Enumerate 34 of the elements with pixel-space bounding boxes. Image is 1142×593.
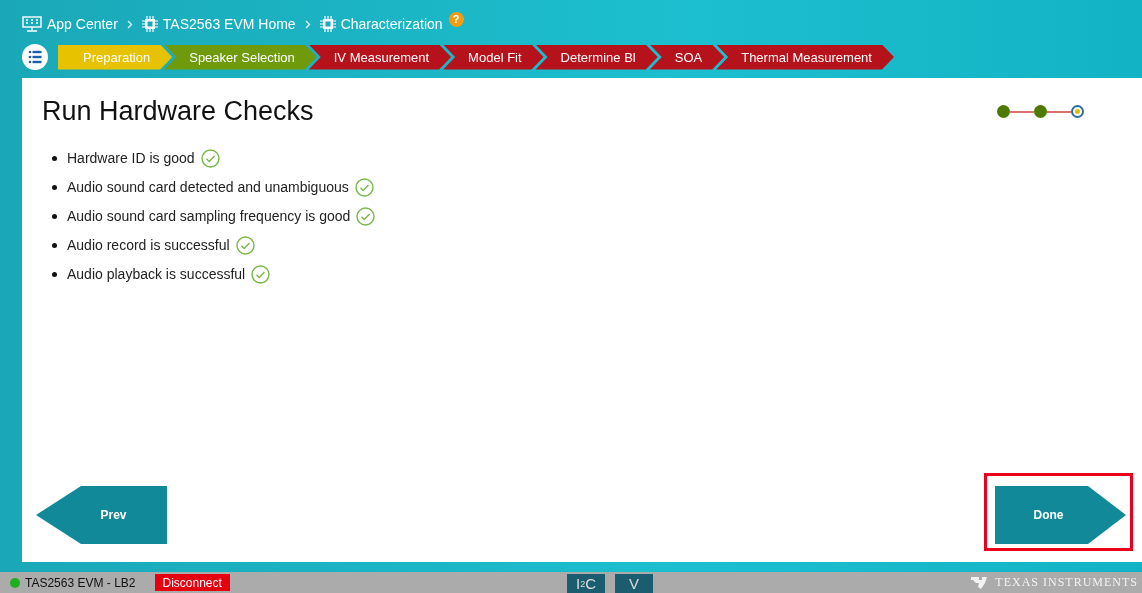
- disconnect-button[interactable]: Disconnect: [154, 574, 230, 591]
- step-tab[interactable]: Determine Bl: [535, 44, 658, 70]
- bullet-icon: [52, 272, 57, 277]
- check-text: Audio sound card detected and unambiguous: [67, 178, 349, 197]
- check-text: Audio sound card sampling frequency is good: [67, 207, 351, 226]
- interface-button[interactable]: I$^{2}$C: [567, 574, 605, 593]
- bullet-icon: [52, 185, 57, 190]
- chevron-icon: [126, 19, 133, 29]
- check-text: Hardware ID is good: [67, 149, 195, 168]
- prev-button[interactable]: Prev: [36, 486, 167, 544]
- done-button[interactable]: Done: [995, 486, 1126, 544]
- step-tab[interactable]: Thermal Measurement: [716, 44, 894, 70]
- logo-icon: [969, 574, 990, 591]
- bullet-icon: [52, 156, 57, 161]
- step-tab[interactable]: SOA: [649, 44, 725, 70]
- bullet-icon: [52, 243, 57, 248]
- step-tab[interactable]: IV Measurement: [308, 44, 452, 70]
- brand-name: TEXAS INSTRUMENTS: [995, 575, 1138, 590]
- breadcrumb-link[interactable]: TAS2563 EVM Home: [141, 16, 296, 32]
- monitor-icon: [22, 15, 42, 33]
- check-text: Audio playback is successful: [67, 265, 246, 284]
- device-name: TAS2563 EVM - LB2: [25, 575, 136, 590]
- breadcrumb-link[interactable]: Characterization: [319, 16, 443, 32]
- menu-icon[interactable]: [22, 44, 48, 70]
- chevron-icon: [304, 19, 311, 29]
- bullet-icon: [52, 214, 57, 219]
- chip-icon: [141, 16, 158, 32]
- interface-button[interactable]: V: [615, 574, 653, 593]
- chip-icon: [319, 16, 336, 32]
- page-title: Run Hardware Checks: [42, 96, 314, 127]
- breadcrumb-link[interactable]: App Center: [22, 15, 118, 33]
- check-text: Audio record is successful: [67, 236, 230, 255]
- step-tab[interactable]: Speaker Selection: [164, 44, 317, 70]
- step-tab[interactable]: Model Fit: [443, 44, 544, 70]
